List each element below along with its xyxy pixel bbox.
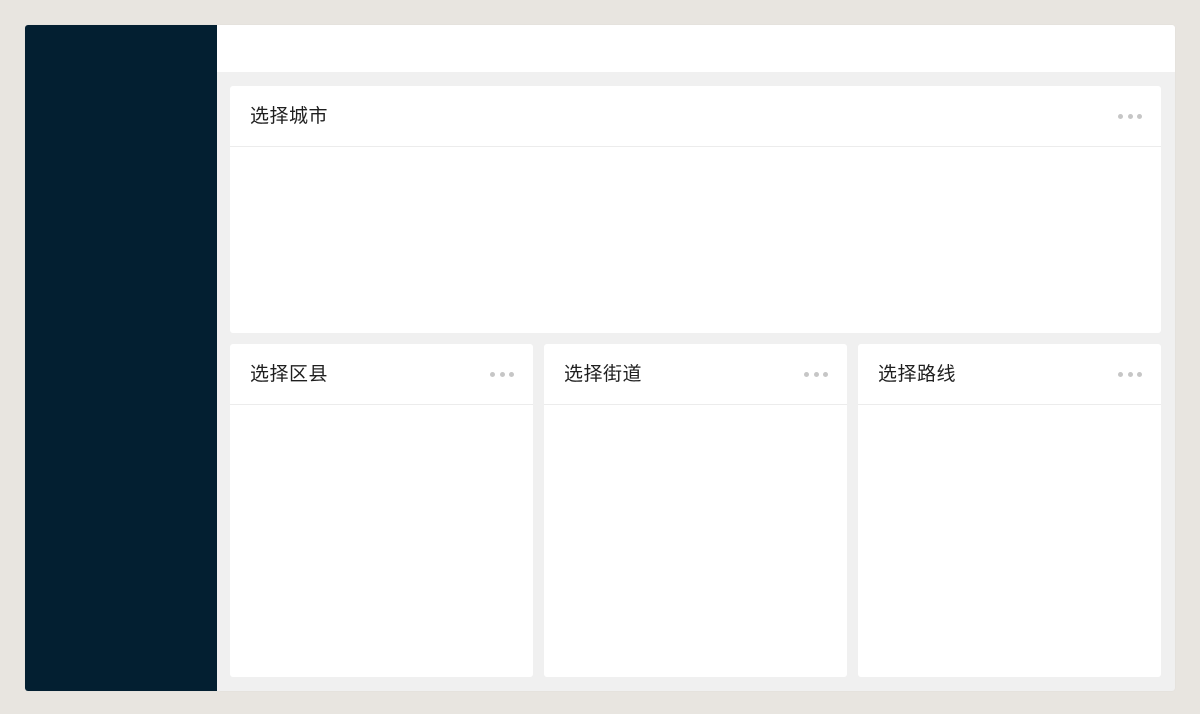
city-panel-header: 选择城市 [230,86,1161,147]
top-bar [217,25,1175,72]
street-panel-title: 选择街道 [564,363,643,385]
more-horizontal-icon[interactable] [1118,370,1142,378]
city-panel-body [230,147,1161,333]
district-panel-body [230,405,533,677]
route-panel-body [858,405,1161,677]
sidebar [25,25,217,691]
more-horizontal-icon[interactable] [1118,112,1142,120]
street-panel: 选择街道 [544,344,847,677]
street-panel-header: 选择街道 [544,344,847,405]
street-panel-body [544,405,847,677]
district-panel-title: 选择区县 [250,363,329,385]
route-panel-title: 选择路线 [878,363,957,385]
more-horizontal-icon[interactable] [490,370,514,378]
city-panel: 选择城市 [230,86,1161,333]
more-horizontal-icon[interactable] [804,370,828,378]
app-window: 选择城市 选择区县 选择街道 选择路线 [25,25,1175,691]
district-panel-header: 选择区县 [230,344,533,405]
route-panel: 选择路线 [858,344,1161,677]
city-panel-title: 选择城市 [250,105,329,127]
district-panel: 选择区县 [230,344,533,677]
route-panel-header: 选择路线 [858,344,1161,405]
